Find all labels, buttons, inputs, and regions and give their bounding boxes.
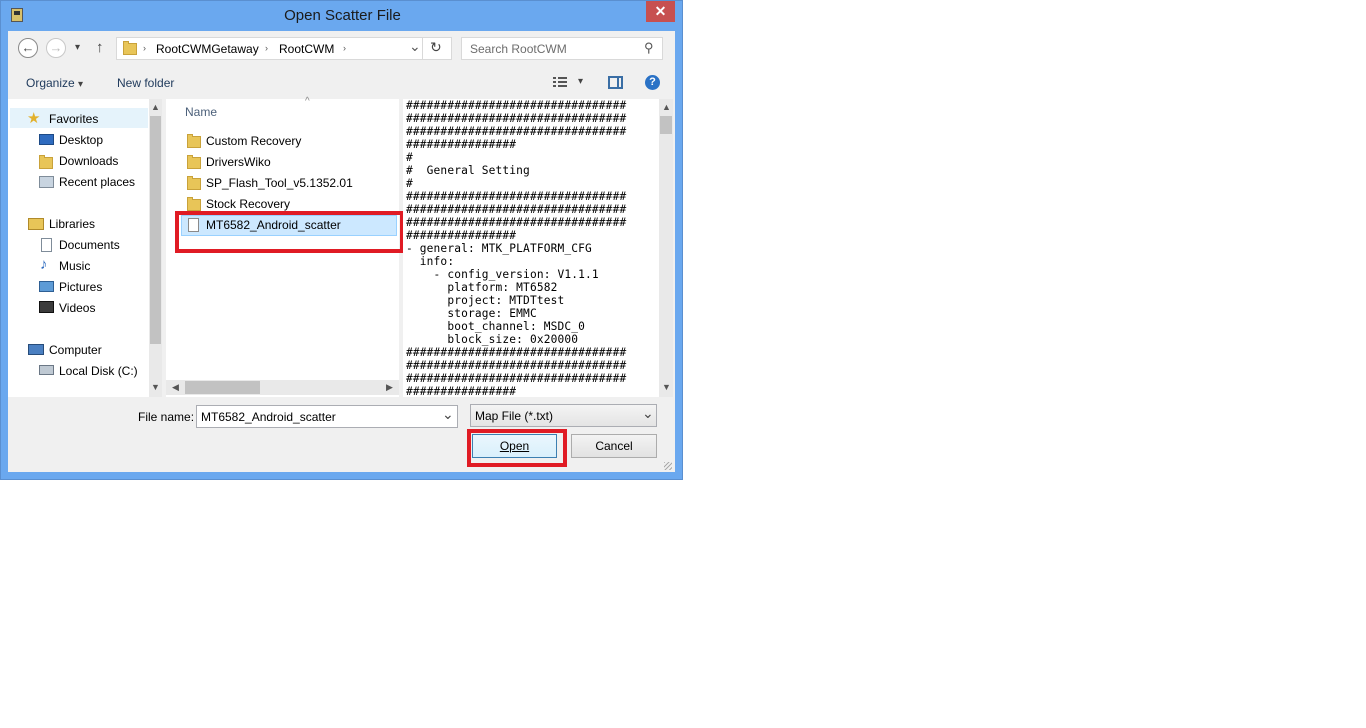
preview-text: ################################ #######…: [406, 99, 627, 397]
chevron-down-icon[interactable]: ⌄: [642, 405, 654, 422]
file-item[interactable]: SP_Flash_Tool_v5.1352.01: [206, 176, 353, 190]
breadcrumb-separator: ›: [143, 43, 146, 53]
column-header-name[interactable]: Name: [185, 105, 217, 119]
local-disk-icon: [39, 365, 54, 375]
sort-ascending-icon: ^: [305, 96, 310, 107]
file-type-value: Map File (*.txt): [475, 409, 554, 423]
breadcrumb-separator: ›: [265, 43, 268, 53]
nav-computer[interactable]: Computer: [49, 343, 102, 357]
preview-scroll-thumb[interactable]: [660, 116, 672, 134]
scroll-up-arrow[interactable]: ▲: [151, 102, 160, 112]
folder-icon: [187, 155, 201, 169]
nav-scroll-thumb[interactable]: [150, 116, 161, 344]
breadcrumb-item[interactable]: RootCWMGetaway: [156, 42, 259, 56]
chevron-down-icon: ▾: [78, 79, 84, 90]
view-options-icon[interactable]: [553, 76, 567, 88]
nav-music[interactable]: Music: [59, 259, 90, 273]
help-icon[interactable]: ?: [645, 75, 660, 90]
nav-desktop[interactable]: Desktop: [59, 133, 103, 147]
scroll-down-arrow[interactable]: ▼: [151, 382, 160, 392]
file-item[interactable]: DriversWiko: [206, 155, 271, 169]
scroll-down-arrow[interactable]: ▼: [662, 382, 671, 392]
downloads-icon: [39, 155, 53, 169]
hscroll-thumb[interactable]: [185, 381, 260, 394]
divider: [422, 38, 423, 59]
forward-button[interactable]: →: [46, 38, 66, 58]
preview-pane: ################################ #######…: [403, 99, 659, 397]
highlight-box-open: [467, 429, 567, 467]
highlight-box-file: [175, 211, 404, 253]
scroll-left-arrow[interactable]: ◀: [172, 382, 179, 393]
nav-documents[interactable]: Documents: [59, 238, 120, 252]
up-button[interactable]: ↑: [96, 39, 104, 56]
preview-scrollbar[interactable]: [659, 99, 673, 397]
address-bar[interactable]: › RootCWMGetaway › RootCWM › ⌄ ↻: [116, 37, 452, 60]
preview-pane-icon[interactable]: [608, 76, 623, 89]
address-dropdown-icon[interactable]: ⌄: [409, 38, 421, 55]
resize-grip[interactable]: [664, 462, 672, 470]
pictures-icon: [39, 281, 54, 292]
back-button[interactable]: ←: [18, 38, 38, 58]
folder-icon: [187, 134, 201, 148]
recent-locations-dropdown[interactable]: ▾: [75, 42, 80, 53]
close-button[interactable]: ✕: [646, 1, 675, 22]
file-item[interactable]: Custom Recovery: [206, 134, 301, 148]
cancel-button[interactable]: Cancel: [571, 434, 657, 458]
desktop-icon: [39, 134, 54, 145]
folder-icon: [187, 176, 201, 190]
nav-downloads[interactable]: Downloads: [59, 154, 118, 168]
search-placeholder: Search RootCWM: [470, 42, 567, 56]
file-name-label: File name:: [138, 410, 195, 424]
scroll-right-arrow[interactable]: ▶: [386, 382, 393, 393]
organize-label: Organize: [26, 76, 75, 90]
nav-videos[interactable]: Videos: [59, 301, 95, 315]
scroll-up-arrow[interactable]: ▲: [662, 102, 671, 112]
folder-icon: [123, 41, 137, 55]
new-folder-button[interactable]: New folder: [117, 76, 174, 90]
nav-libraries[interactable]: Libraries: [49, 217, 95, 231]
file-name-input[interactable]: MT6582_Android_scatter ⌄: [196, 405, 458, 428]
nav-recent-places[interactable]: Recent places: [59, 175, 135, 189]
file-item[interactable]: Stock Recovery: [206, 197, 290, 211]
documents-icon: [41, 238, 52, 252]
search-input[interactable]: Search RootCWM ⚲: [461, 37, 663, 60]
folder-icon: [187, 197, 201, 211]
file-name-value: MT6582_Android_scatter: [201, 410, 336, 424]
nav-favorites[interactable]: Favorites: [49, 112, 98, 126]
libraries-icon: [28, 218, 44, 230]
computer-icon: [28, 344, 44, 355]
breadcrumb-separator: ›: [343, 43, 346, 53]
recent-places-icon: [39, 176, 54, 188]
breadcrumb-item[interactable]: RootCWM: [279, 42, 334, 56]
chevron-down-icon[interactable]: ⌄: [442, 406, 454, 423]
window-title: Open Scatter File: [284, 7, 401, 24]
star-icon: ★: [27, 110, 41, 127]
music-icon: ♪: [40, 256, 48, 273]
nav-pictures[interactable]: Pictures: [59, 280, 102, 294]
file-type-select[interactable]: Map File (*.txt) ⌄: [470, 404, 657, 427]
nav-local-disk[interactable]: Local Disk (C:): [59, 364, 138, 378]
view-dropdown-icon[interactable]: ▾: [578, 76, 583, 87]
videos-icon: [39, 301, 54, 313]
organize-button[interactable]: Organize ▾: [26, 76, 83, 90]
refresh-icon[interactable]: ↻: [430, 39, 442, 56]
search-icon[interactable]: ⚲: [644, 40, 654, 56]
